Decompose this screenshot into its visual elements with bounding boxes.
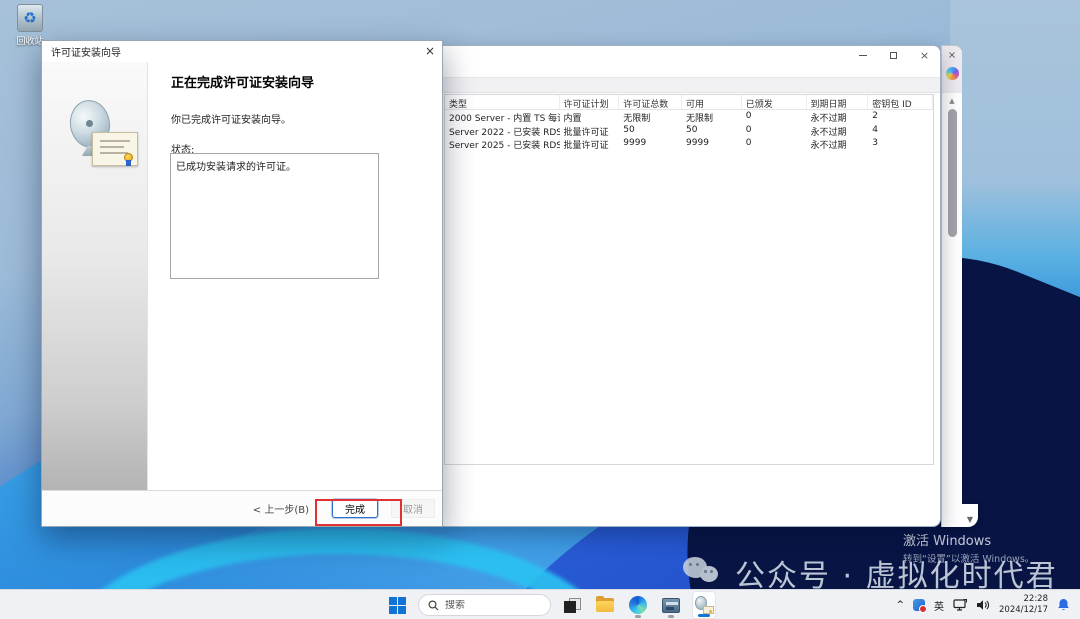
- cell-keypack-id: 2: [868, 110, 933, 124]
- close-icon[interactable]: ×: [421, 43, 439, 59]
- wizard-heading: 正在完成许可证安装向导: [171, 72, 314, 91]
- minimize-button[interactable]: [847, 46, 878, 64]
- tray-expand-icon[interactable]: ^: [896, 600, 904, 610]
- wizard-footer: < 上一步(B) 完成 取消: [42, 490, 442, 526]
- rd-window-menubar: [435, 64, 940, 77]
- license-install-wizard-dialog: 许可证安装向导 × 正在完成许可证安装向导 你已完成许可证安装向导。 状态:: [41, 40, 443, 527]
- cell-available: 9999: [682, 137, 742, 151]
- active-indicator: [698, 614, 710, 617]
- copilot-icon[interactable]: [946, 67, 959, 80]
- server-manager-button[interactable]: [659, 591, 683, 619]
- rd-window-toolbar: [435, 77, 940, 93]
- file-explorer-icon: [596, 598, 614, 612]
- scroll-down-icon[interactable]: ▼: [967, 515, 973, 524]
- maximize-button[interactable]: [878, 46, 909, 64]
- task-view-icon: [564, 598, 581, 613]
- task-view-button[interactable]: [560, 591, 584, 619]
- taskbar: ^ 英 22:28 2024/12/17: [0, 589, 1080, 619]
- rd-licensing-icon: [695, 596, 714, 614]
- notification-bell-icon[interactable]: [1057, 598, 1070, 612]
- scroll-up-icon[interactable]: ▲: [942, 97, 962, 105]
- cell-expiry: 永不过期: [807, 110, 869, 124]
- wizard-content: 正在完成许可证安装向导 你已完成许可证安装向导。 状态: 已成功安装请求的许可证…: [148, 62, 442, 492]
- rd-licensing-manager-button[interactable]: [692, 591, 716, 619]
- cell-issued: 0: [742, 137, 807, 151]
- wizard-title: 许可证安装向导: [42, 44, 121, 59]
- column-header[interactable]: 可用: [682, 95, 742, 109]
- cell-total: 50: [619, 124, 682, 138]
- server-manager-icon: [662, 598, 680, 613]
- cell-type: 2000 Server - 内置 TS 每设...: [445, 110, 560, 124]
- desktop-screen: ♻ 回收站 激活 Windows 转到“设置”以激活 Windows。 公众号 …: [0, 0, 1080, 619]
- background-side-window: × ▲: [941, 45, 962, 527]
- file-explorer-button[interactable]: [593, 591, 617, 619]
- column-header[interactable]: 类型: [445, 95, 560, 109]
- finish-button[interactable]: 完成: [332, 499, 378, 518]
- tray-status-icon[interactable]: [913, 599, 925, 611]
- cell-keypack-id: 4: [868, 124, 933, 138]
- recycle-bin-icon[interactable]: ♻: [17, 4, 43, 32]
- table-row[interactable]: Server 2022 - 已安装 RDS ... 批量许可证 50 50 0 …: [445, 124, 933, 138]
- close-icon: ×: [920, 50, 929, 61]
- cell-type: Server 2025 - 已安装 RDS ...: [445, 137, 560, 151]
- rd-licensing-manager-window: × 类型 许可证计划 许可证总数 可用 已颁发 到期日期 密钥包 ID 2000…: [434, 45, 941, 527]
- edge-button[interactable]: [626, 591, 650, 619]
- column-header[interactable]: 密钥包 ID: [868, 95, 933, 109]
- column-header[interactable]: 许可证总数: [619, 95, 682, 109]
- watermark-line1: 激活 Windows: [903, 530, 1034, 549]
- running-indicator: [635, 615, 641, 618]
- cell-expiry: 永不过期: [807, 137, 869, 151]
- close-icon[interactable]: ×: [948, 50, 956, 61]
- ime-indicator[interactable]: 英: [934, 598, 944, 613]
- license-table: 类型 许可证计划 许可证总数 可用 已颁发 到期日期 密钥包 ID 2000 S…: [444, 94, 934, 465]
- network-icon[interactable]: [953, 599, 967, 611]
- cell-keypack-id: 3: [868, 137, 933, 151]
- minimize-icon: [859, 55, 867, 56]
- taskbar-search[interactable]: [418, 594, 551, 616]
- cell-issued: 0: [742, 110, 807, 124]
- table-row[interactable]: 2000 Server - 内置 TS 每设... 内置 无限制 无限制 0 永…: [445, 110, 933, 124]
- volume-icon[interactable]: [976, 599, 990, 611]
- cell-type: Server 2022 - 已安装 RDS ...: [445, 124, 560, 138]
- wizard-titlebar[interactable]: 许可证安装向导 ×: [42, 41, 442, 62]
- certificate-icon: [92, 132, 138, 166]
- edge-icon: [629, 596, 647, 614]
- search-input[interactable]: [445, 600, 535, 611]
- start-button[interactable]: [385, 593, 409, 617]
- windows-logo-icon: [389, 597, 406, 614]
- cell-total: 9999: [619, 137, 682, 151]
- license-table-header: 类型 许可证计划 许可证总数 可用 已颁发 到期日期 密钥包 ID: [445, 95, 933, 110]
- close-button[interactable]: ×: [909, 46, 940, 64]
- wechat-icon: [683, 557, 725, 589]
- scrollbar-thumb[interactable]: [948, 109, 957, 237]
- table-row[interactable]: Server 2025 - 已安装 RDS ... 批量许可证 9999 999…: [445, 137, 933, 151]
- cell-plan: 批量许可证: [560, 124, 620, 138]
- column-header[interactable]: 许可证计划: [560, 95, 620, 109]
- cell-available: 50: [682, 124, 742, 138]
- tray-date: 2024/12/17: [999, 605, 1048, 616]
- column-header[interactable]: 已颁发: [742, 95, 807, 109]
- search-icon: [428, 600, 439, 611]
- cancel-button[interactable]: 取消: [391, 499, 435, 518]
- wizard-certificate-illustration: [64, 100, 134, 170]
- recycle-glyph: ♻: [23, 11, 36, 26]
- rd-window-titlebar[interactable]: ×: [435, 46, 940, 64]
- status-message: 已成功安装请求的许可证。: [176, 158, 373, 173]
- maximize-icon: [890, 52, 897, 59]
- column-header[interactable]: 到期日期: [807, 95, 869, 109]
- tray-clock[interactable]: 22:28 2024/12/17: [999, 594, 1048, 615]
- wizard-side-panel: [42, 62, 148, 492]
- cell-expiry: 永不过期: [807, 124, 869, 138]
- wizard-completion-text: 你已完成许可证安装向导。: [171, 111, 291, 126]
- cell-issued: 0: [742, 124, 807, 138]
- cell-total: 无限制: [619, 110, 682, 124]
- cell-plan: 批量许可证: [560, 137, 620, 151]
- cell-plan: 内置: [560, 110, 620, 124]
- tray-time: 22:28: [999, 594, 1048, 605]
- status-box: 已成功安装请求的许可证。: [170, 153, 379, 279]
- cell-available: 无限制: [682, 110, 742, 124]
- back-button[interactable]: < 上一步(B): [243, 499, 319, 518]
- side-window-header: ×: [942, 46, 962, 93]
- running-indicator: [668, 615, 674, 618]
